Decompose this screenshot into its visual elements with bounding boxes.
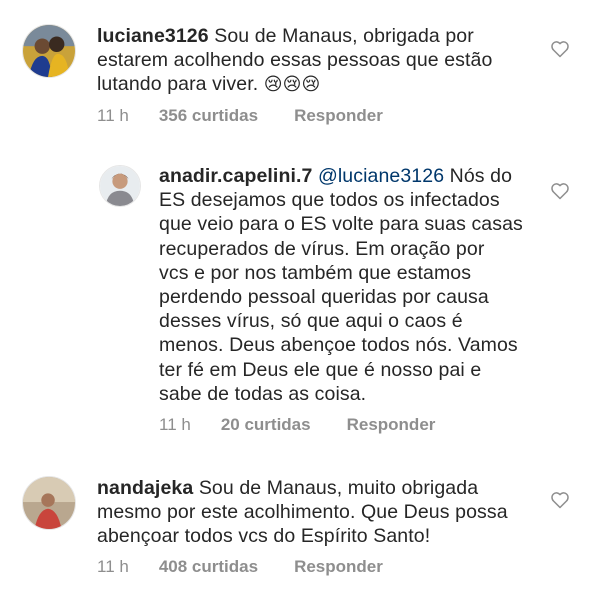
comment-text: mesmo por este acolhimento. Que Deus pos… (97, 501, 508, 524)
likes-count[interactable]: 408 curtidas (159, 557, 258, 577)
crying-emoji: 😢😢😢 (263, 74, 321, 96)
username[interactable]: luciane3126 (97, 25, 209, 47)
comment-meta: 11 h 20 curtidas Responder (159, 415, 435, 435)
comment-luciane3126: luciane3126 Sou de Manaus, obrigada por … (0, 0, 600, 140)
heart-outline-icon[interactable] (550, 181, 570, 201)
comment-text: perdendo pessoal queridas por causa (159, 286, 489, 309)
reply-button[interactable]: Responder (294, 106, 383, 126)
reply-button[interactable]: Responder (347, 415, 436, 435)
avatar[interactable] (22, 476, 76, 530)
comment-text: que veio para o ES volte para suas casas (159, 213, 523, 236)
comment-nandajeka: nandajeka Sou de Manaus, muito obrigada … (0, 460, 600, 591)
comment-text: Sou de Manaus, obrigada por (214, 25, 474, 47)
avatar[interactable] (99, 165, 141, 207)
comment-meta: 11 h 408 curtidas Responder (97, 557, 383, 577)
comment-text: menos. Deus abençoe todos nós. Vamos (159, 334, 518, 357)
comment-text: Nós do (449, 165, 513, 187)
username[interactable]: anadir.capelini.7 (159, 165, 312, 187)
comment-body: luciane3126 Sou de Manaus, obrigada por … (97, 24, 567, 98)
comment-text: ter fé em Deus ele que é nosso pai e (159, 358, 482, 381)
comment-text: sabe de todas as coisa. (159, 382, 367, 405)
comment-text: vcs e por nos também que estamos (159, 261, 472, 284)
mention-link[interactable]: @luciane3126 (318, 165, 444, 187)
timestamp: 11 h (97, 106, 129, 125)
comment-text: lutando para viver. (97, 73, 264, 96)
comment-text: abençoar todos vcs do Espírito Santo! (97, 525, 431, 548)
comment-text: desses vírus, só que aqui o caos é (159, 310, 463, 333)
comment-text: recuperados de vírus. Em oração por (159, 237, 485, 260)
avatar[interactable] (22, 24, 76, 78)
comment-text: estarem acolhendo essas pessoas que estã… (97, 49, 493, 72)
heart-outline-icon[interactable] (550, 490, 570, 510)
comment-body: nandajeka Sou de Manaus, muito obrigada … (97, 476, 567, 549)
comment-text: Sou de Manaus, muito obrigada (198, 477, 479, 499)
timestamp: 11 h (159, 415, 191, 434)
comment-meta: 11 h 356 curtidas Responder (97, 106, 383, 126)
reply-button[interactable]: Responder (294, 557, 383, 577)
timestamp: 11 h (97, 557, 129, 576)
comment-anadir-capelini: anadir.capelini.7 @luciane3126 Nós do ES… (0, 150, 600, 440)
likes-count[interactable]: 20 curtidas (221, 415, 311, 435)
heart-outline-icon[interactable] (550, 39, 570, 59)
username[interactable]: nandajeka (97, 477, 193, 499)
comment-text: ES desejamos que todos os infectados (159, 189, 500, 212)
likes-count[interactable]: 356 curtidas (159, 106, 258, 126)
comment-body: anadir.capelini.7 @luciane3126 Nós do ES… (159, 164, 559, 406)
